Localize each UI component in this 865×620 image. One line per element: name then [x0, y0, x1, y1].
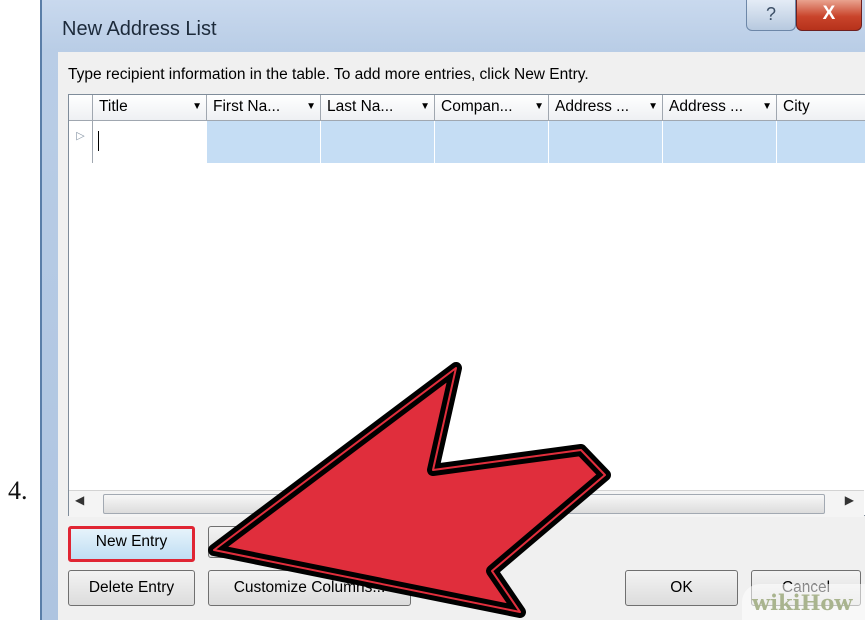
customize-columns-button[interactable]: Customize Columns...: [208, 570, 411, 606]
table-cell[interactable]: [207, 121, 321, 163]
chevron-down-icon[interactable]: ▼: [420, 95, 430, 119]
table-cell[interactable]: [93, 121, 207, 163]
column-header-address-1[interactable]: Address ... ▼: [549, 95, 663, 121]
column-header-label: Address ...: [669, 98, 744, 115]
column-header-last-name[interactable]: Last Na... ▼: [321, 95, 435, 121]
chevron-down-icon[interactable]: ▼: [306, 95, 316, 119]
titlebar: New Address List ? X: [40, 0, 865, 52]
help-button[interactable]: ?: [746, 0, 796, 31]
table-cell[interactable]: [663, 121, 777, 163]
column-header-label: Compan...: [441, 98, 513, 115]
scroll-left-icon[interactable]: ◀: [75, 493, 84, 507]
delete-entry-button[interactable]: Delete Entry: [68, 570, 195, 606]
column-header-company[interactable]: Compan... ▼: [435, 95, 549, 121]
scroll-right-icon[interactable]: ▶: [845, 493, 854, 507]
instruction-text: Type recipient information in the table.…: [68, 66, 589, 83]
horizontal-scrollbar[interactable]: ◀ ▶: [69, 490, 864, 517]
column-header-label: City: [783, 98, 810, 115]
scrollbar-thumb[interactable]: [103, 494, 825, 514]
step-number: 4.: [8, 476, 28, 505]
chevron-down-icon[interactable]: ▼: [762, 95, 772, 119]
column-header-label: Address ...: [555, 98, 630, 115]
window-title: New Address List: [62, 18, 217, 40]
column-header-city[interactable]: City: [777, 95, 865, 121]
watermark-text: wikiHow: [752, 590, 853, 615]
chevron-down-icon[interactable]: ▼: [534, 95, 544, 119]
column-header-first-name[interactable]: First Na... ▼: [207, 95, 321, 121]
help-icon: ?: [765, 4, 776, 24]
table-cell[interactable]: [777, 121, 865, 163]
new-entry-button[interactable]: New Entry: [68, 526, 195, 562]
chevron-down-icon[interactable]: ▼: [192, 95, 202, 119]
text-cursor: [98, 131, 99, 151]
column-header-title[interactable]: Title ▼: [93, 95, 207, 121]
dialog-border: [40, 0, 42, 620]
recipient-table[interactable]: Title ▼ First Na... ▼ Last Na... ▼ Compa…: [68, 94, 865, 516]
row-header-corner: [69, 95, 93, 121]
find-button[interactable]: [208, 526, 268, 558]
table-cell[interactable]: [321, 121, 435, 163]
column-header-address-2[interactable]: Address ... ▼: [663, 95, 777, 121]
column-header-label: First Na...: [213, 98, 281, 115]
watermark: wikiHow: [742, 584, 865, 620]
ok-button[interactable]: OK: [625, 570, 738, 606]
table-cell[interactable]: [435, 121, 549, 163]
close-button[interactable]: X: [796, 0, 862, 31]
row-selector[interactable]: ▷: [69, 121, 93, 163]
column-header-label: Last Na...: [327, 98, 394, 115]
close-icon: X: [822, 3, 836, 24]
chevron-down-icon[interactable]: ▼: [648, 95, 658, 119]
table-cell[interactable]: [549, 121, 663, 163]
column-header-label: Title: [99, 98, 128, 115]
